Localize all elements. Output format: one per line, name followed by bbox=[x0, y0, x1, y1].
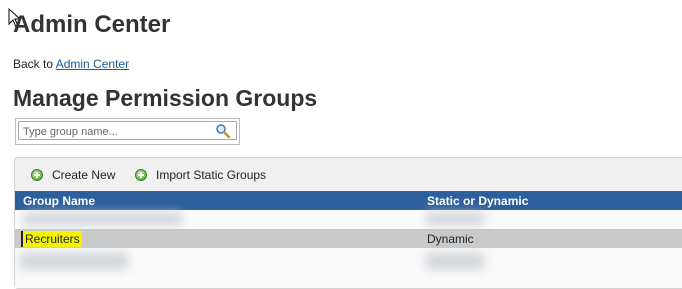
group-name-cell[interactable]: Recruiters bbox=[21, 229, 82, 248]
group-type-cell: Dynamic bbox=[427, 231, 474, 246]
group-name-search-input[interactable] bbox=[23, 124, 208, 139]
admin-center-title: Admin Center bbox=[13, 11, 171, 38]
table-row[interactable]: Recruiters Dynamic bbox=[15, 229, 682, 248]
redacted-type bbox=[425, 252, 485, 270]
table-row[interactable] bbox=[15, 248, 682, 288]
create-new-button[interactable]: Create New bbox=[31, 168, 115, 182]
group-name-link[interactable]: Recruiters bbox=[21, 230, 82, 247]
column-header-group-name[interactable]: Group Name bbox=[23, 194, 95, 208]
search-icon[interactable] bbox=[215, 123, 231, 139]
import-static-groups-label: Import Static Groups bbox=[156, 168, 267, 182]
back-to-line: Back to Admin Center bbox=[13, 57, 129, 71]
column-header-static-or-dynamic[interactable]: Static or Dynamic bbox=[427, 194, 528, 208]
toolbar: Create New Import Static Groups bbox=[15, 158, 682, 192]
search-box bbox=[15, 118, 240, 145]
table-header: Group Name Static or Dynamic bbox=[15, 191, 682, 210]
admin-center-link[interactable]: Admin Center bbox=[56, 57, 129, 71]
page-title: Manage Permission Groups bbox=[13, 85, 318, 111]
redacted-type bbox=[425, 212, 485, 226]
groups-panel: Create New Import Static Groups Group Na… bbox=[14, 157, 682, 289]
plus-icon bbox=[135, 169, 147, 181]
table-row[interactable] bbox=[15, 210, 682, 229]
redacted-name bbox=[19, 252, 129, 270]
back-prefix-text: Back to bbox=[13, 57, 54, 71]
import-static-groups-button[interactable]: Import Static Groups bbox=[135, 168, 266, 182]
create-new-label: Create New bbox=[52, 168, 116, 182]
plus-icon bbox=[31, 169, 43, 181]
redacted-name bbox=[23, 212, 183, 226]
search-field-frame bbox=[18, 121, 237, 140]
